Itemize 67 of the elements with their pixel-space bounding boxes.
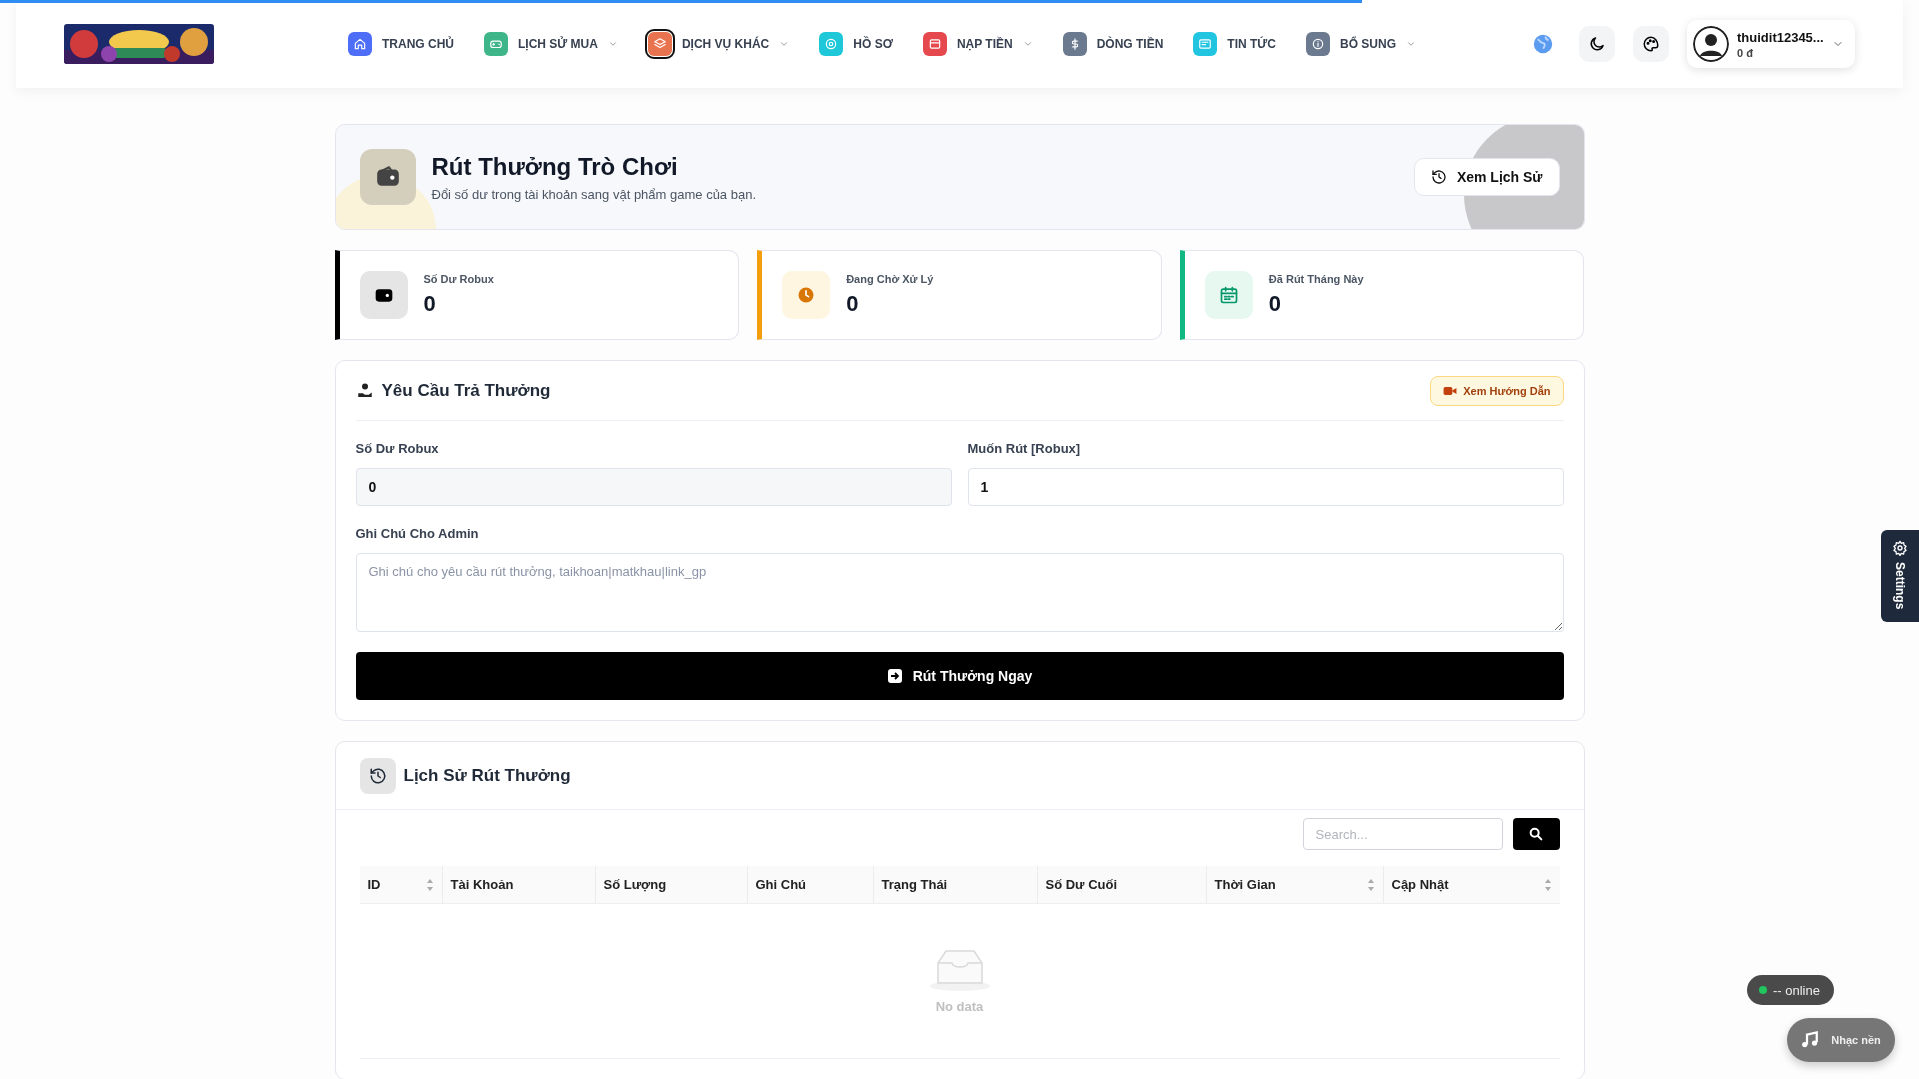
newspaper-icon xyxy=(1198,37,1213,51)
stat-label: Đã Rút Tháng Này xyxy=(1268,273,1364,285)
stat-value: 0 xyxy=(846,291,860,317)
column-header: Trạng Thái xyxy=(872,866,1037,903)
history-icon xyxy=(368,766,387,785)
nav-item[interactable]: HỒ SƠ xyxy=(819,32,893,56)
user-name: thuidit12345... xyxy=(1737,29,1824,45)
arrow-square-icon xyxy=(886,668,903,684)
empty-inbox-icon xyxy=(927,948,992,991)
globe-icon xyxy=(1532,33,1554,55)
search-field[interactable]: Search... xyxy=(1302,818,1503,850)
column-header[interactable]: Thời Gian xyxy=(1205,866,1383,903)
nav-item[interactable]: NẠP TIỀN xyxy=(922,32,1033,56)
hand-coin-icon xyxy=(355,381,374,400)
column-header: Ghi Chú xyxy=(746,866,873,903)
amount-field[interactable]: 1 xyxy=(967,468,1564,506)
page-subtitle: Đổi số dư trong tài khoản sang vật phẩm game của bạn. xyxy=(431,186,756,202)
target-icon xyxy=(824,37,839,51)
section-title: Yêu Cầu Trả Thưởng xyxy=(381,380,551,401)
settings-tab[interactable]: Settings xyxy=(1881,530,1919,622)
column-header: Tài Khoản xyxy=(441,866,595,903)
palette-icon xyxy=(1642,35,1660,53)
nav-item[interactable]: DỊCH VỤ KHÁC xyxy=(647,32,790,56)
calendar-icon xyxy=(1218,285,1239,305)
layers-icon xyxy=(652,37,667,51)
guide-button[interactable]: Xem Hướng Dẫn xyxy=(1430,375,1564,406)
history-button[interactable]: Xem Lịch Sử xyxy=(1413,158,1560,196)
user-menu[interactable]: thuidit12345... 0 đ xyxy=(1687,20,1855,68)
card-icon xyxy=(927,37,942,51)
history-icon xyxy=(1430,169,1447,185)
music-note-icon xyxy=(1801,1031,1820,1049)
online-count: -- online xyxy=(1773,982,1820,998)
page-title: Rút Thưởng Trò Chơi xyxy=(431,152,679,181)
info-icon xyxy=(1310,37,1325,51)
column-header: Số Dư Cuối xyxy=(1036,866,1206,903)
nav-item[interactable]: BỔ SUNG xyxy=(1305,32,1416,56)
section-title: Lịch Sử Rút Thưởng xyxy=(403,765,571,786)
nav-item[interactable]: DÒNG TIỀN xyxy=(1062,32,1164,56)
column-header[interactable]: Cập Nhật xyxy=(1382,866,1560,903)
stat-value: 0 xyxy=(1268,291,1283,317)
column-header[interactable]: ID xyxy=(359,866,442,903)
settings-icon xyxy=(1892,540,1908,556)
field-label: Ghi Chú Cho Admin xyxy=(355,526,480,541)
theme-button[interactable] xyxy=(1633,26,1669,62)
home-icon xyxy=(353,37,367,51)
search-icon xyxy=(1528,826,1544,842)
nav-item[interactable]: TIN TỨC xyxy=(1193,32,1276,56)
nav-item[interactable]: LỊCH SỬ MUA xyxy=(484,32,618,56)
empty-message: No data xyxy=(935,998,984,1014)
music-button[interactable]: Nhạc nền xyxy=(1787,1018,1895,1062)
submit-button[interactable]: Rút Thưởng Ngay xyxy=(355,652,1564,700)
user-balance: 0 đ xyxy=(1737,46,1753,59)
video-camera-icon xyxy=(1443,384,1458,397)
stat-label: Đang Chờ Xử Lý xyxy=(846,273,934,285)
stat-value: 0 xyxy=(423,291,437,317)
stat-label: Số Dư Robux xyxy=(423,273,494,285)
note-field[interactable]: Ghi chú cho yêu cầu rút thưởng, taikhoan|matkhau|link_gp xyxy=(355,553,1564,632)
search-button[interactable] xyxy=(1512,818,1560,850)
field-label: Số Dư Robux xyxy=(355,441,440,456)
field-label: Muốn Rút [Robux] xyxy=(967,441,1082,456)
balance-field[interactable]: 0 xyxy=(355,468,952,506)
dark-mode-button[interactable] xyxy=(1579,26,1615,62)
moon-icon xyxy=(1588,35,1606,53)
nav-item[interactable]: TRANG CHỦ xyxy=(348,32,454,56)
gamepad-icon xyxy=(489,37,503,51)
avatar-icon xyxy=(1693,26,1729,62)
column-header: Số Lượng xyxy=(594,866,747,903)
